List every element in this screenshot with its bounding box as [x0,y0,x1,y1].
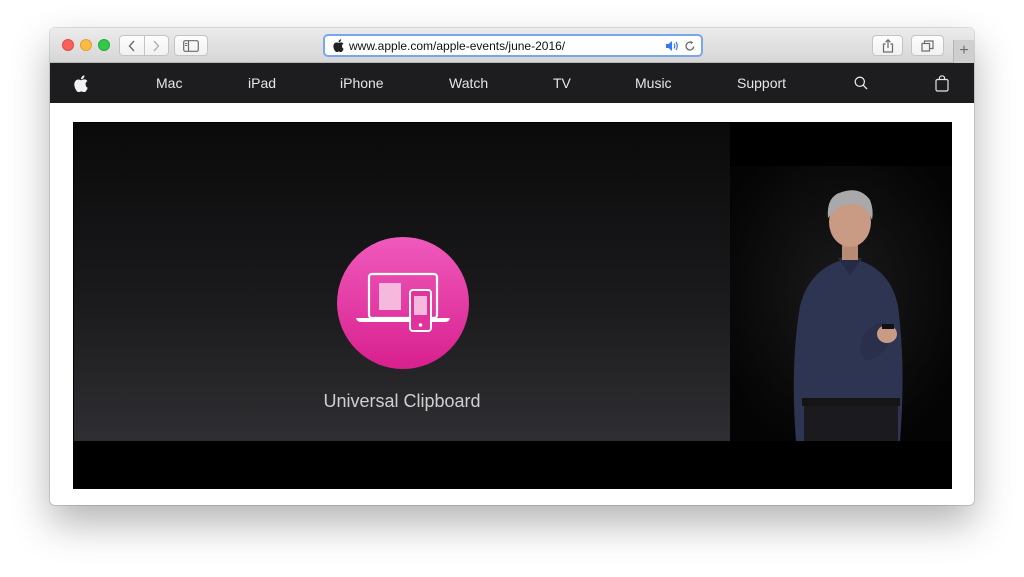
reload-icon[interactable] [684,39,696,57]
browser-toolbar: www.apple.com/apple-events/june-2016/ + [50,28,974,63]
chevron-left-icon [128,40,135,51]
chevron-right-icon [153,40,160,51]
apple-global-nav: Mac iPad iPhone Watch TV Music Support [50,63,974,103]
zoom-window-button[interactable] [98,39,110,51]
slide-title: Universal Clipboard [323,391,481,411]
share-icon [882,38,893,53]
sidebar-toggle-button[interactable] [174,35,208,56]
nav-item-tv[interactable]: TV [553,63,571,103]
history-navigation [119,35,169,56]
new-tab-button[interactable]: + [953,40,974,63]
nav-item-music[interactable]: Music [635,63,672,103]
close-window-button[interactable] [62,39,74,51]
search-icon[interactable] [854,63,868,103]
nav-item-mac[interactable]: Mac [156,63,182,103]
nav-item-iphone[interactable]: iPhone [340,63,384,103]
apple-logo-icon[interactable] [74,63,88,103]
address-bar[interactable]: www.apple.com/apple-events/june-2016/ [323,34,703,57]
nav-item-support[interactable]: Support [737,63,786,103]
event-video-player[interactable]: Universal Clipboard [73,122,952,489]
minimize-window-button[interactable] [80,39,92,51]
url-text: www.apple.com/apple-events/june-2016/ [349,39,566,53]
nav-item-ipad[interactable]: iPad [248,63,276,103]
site-apple-icon [333,39,344,57]
keynote-slide: Universal Clipboard [74,123,730,441]
share-button[interactable] [872,35,903,56]
forward-button[interactable] [144,35,169,56]
speaker-icon[interactable] [665,39,679,57]
presenter-image [730,166,952,441]
sidebar-icon [183,39,199,52]
laptop-and-phone-icon [356,272,450,332]
back-button[interactable] [119,35,145,56]
universal-clipboard-badge [337,237,469,369]
show-tabs-button[interactable] [911,35,944,56]
browser-window: www.apple.com/apple-events/june-2016/ + … [50,28,974,505]
tabs-overview-icon [921,39,934,52]
bag-icon[interactable] [935,63,949,103]
nav-item-watch[interactable]: Watch [449,63,488,103]
